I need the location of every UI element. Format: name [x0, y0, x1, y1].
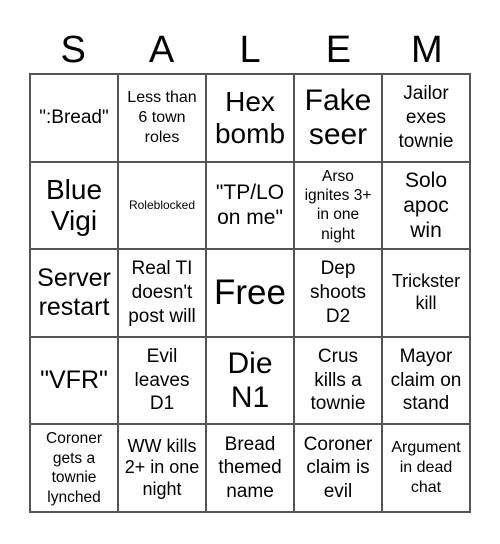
header-letter-l: L: [239, 29, 261, 71]
bingo-cell[interactable]: Roleblocked: [118, 161, 206, 250]
header-letter-m: M: [411, 29, 443, 71]
bingo-cell[interactable]: Die N1: [206, 336, 294, 425]
bingo-cell[interactable]: Server restart: [30, 249, 118, 337]
bingo-cell[interactable]: Coroner gets a townie lynched: [30, 424, 118, 512]
bingo-card: ":Bread" Less than 6 town roles Hex bomb…: [29, 73, 471, 513]
bingo-cell[interactable]: Hex bomb: [206, 74, 294, 162]
bingo-cell-free[interactable]: Free: [206, 249, 294, 337]
bingo-cell[interactable]: Fake seer: [294, 74, 382, 162]
bingo-cell[interactable]: "TP/LO on me": [206, 161, 294, 250]
header-letter-a: A: [148, 29, 175, 71]
bingo-cell[interactable]: Solo apoc win: [382, 161, 470, 250]
bingo-cell[interactable]: WW kills 2+ in one night: [118, 424, 206, 512]
bingo-cell[interactable]: Arso ignites 3+ in one night: [294, 161, 382, 250]
bingo-cell[interactable]: Less than 6 town roles: [118, 74, 206, 162]
bingo-cell[interactable]: Mayor claim on stand: [382, 336, 470, 425]
bingo-header: S A L E M: [29, 28, 471, 72]
bingo-cell[interactable]: Trickster kill: [382, 249, 470, 337]
bingo-cell[interactable]: Crus kills a townie: [294, 336, 382, 425]
bingo-cell[interactable]: Real TI doesn't post will: [118, 249, 206, 337]
bingo-cell[interactable]: Bread themed name: [206, 424, 294, 512]
bingo-cell[interactable]: Argument in dead chat: [382, 424, 470, 512]
bingo-cell[interactable]: Jailor exes townie: [382, 74, 470, 162]
bingo-cell[interactable]: "VFR": [30, 336, 118, 425]
bingo-cell[interactable]: Blue Vigi: [30, 161, 118, 250]
bingo-cell[interactable]: ":Bread": [30, 74, 118, 162]
header-letter-e: E: [325, 29, 352, 71]
bingo-cell[interactable]: Dep shoots D2: [294, 249, 382, 337]
bingo-cell[interactable]: Evil leaves D1: [118, 336, 206, 425]
header-letter-s: S: [60, 29, 86, 71]
bingo-cell[interactable]: Coroner claim is evil: [294, 424, 382, 512]
